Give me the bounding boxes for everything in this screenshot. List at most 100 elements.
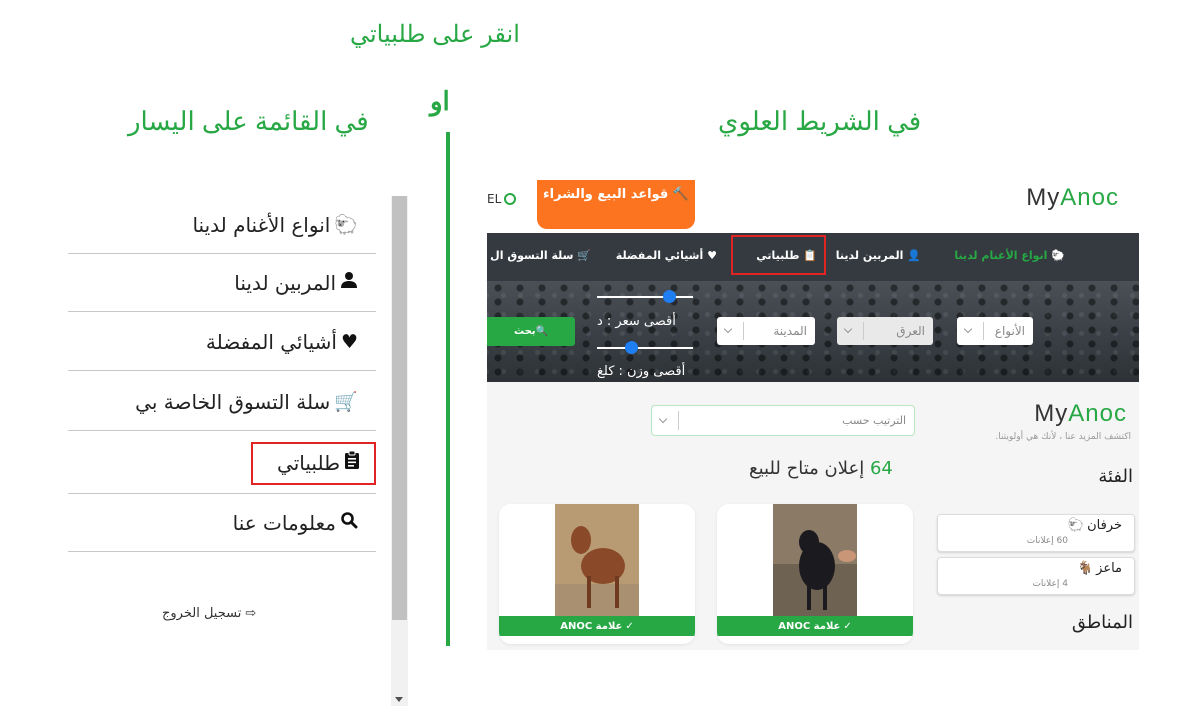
breed-select-label: العرق: [896, 324, 925, 338]
category-name: خرفان: [1087, 518, 1122, 533]
sheep-icon: 🐑: [1067, 518, 1085, 533]
category-goats[interactable]: ماعز 🐐 4 إعلانات: [937, 557, 1135, 595]
sidebar-item-about[interactable]: معلومات عنا: [68, 494, 376, 552]
orders-highlight-box: [731, 235, 826, 275]
breed-select[interactable]: العرق: [837, 317, 933, 345]
logout-link[interactable]: تسجيل الخروج ⇨: [162, 606, 256, 621]
tagline: اكتشف المزيد عنا ، لأنك هي أولويتنا.: [995, 432, 1131, 442]
sidebar-item-label: انواع الأغنام لدينا: [192, 212, 331, 237]
logo-text-anoc: Anoc: [1068, 400, 1127, 427]
user-label: EL: [487, 192, 502, 206]
user-menu[interactable]: EL: [487, 192, 517, 206]
weight-slider-knob[interactable]: [624, 341, 638, 354]
types-select[interactable]: الأنواع: [957, 317, 1033, 345]
sidebar-item-label: المربين لدينا: [234, 270, 336, 295]
max-weight-label: أقصى وزن : كلغ: [597, 364, 686, 379]
goat-photo: [555, 504, 639, 616]
sidebar-item-cart[interactable]: سلة التسوق الخاصة بي 🛒: [68, 373, 376, 431]
nav-label: أشيائي المفضلة: [615, 249, 704, 262]
chevron-down-icon: [963, 324, 973, 334]
regions-heading: المناطق: [1071, 612, 1133, 633]
logo-text-anoc: Anoc: [1060, 184, 1119, 211]
search-icon: [340, 511, 358, 534]
category-name: ماعز: [1096, 561, 1122, 576]
badge-label: علامة ANOC: [778, 620, 841, 632]
category-count: 60 إعلانات: [1026, 536, 1068, 546]
search-button-label: بحث: [514, 326, 536, 337]
nav-label: سلة التسوق ال: [490, 249, 574, 262]
search-icon: 🔍: [535, 326, 549, 337]
heart-icon: ♥: [707, 249, 717, 262]
scroll-down-arrow-icon[interactable]: [395, 697, 403, 702]
sidebar-item-sheep-types[interactable]: انواع الأغنام لدينا 🐑: [68, 196, 376, 254]
anoc-badge: ✓ علامة ANOC: [717, 616, 913, 636]
nav-breeders[interactable]: 👤 المربين لدينا: [836, 249, 921, 262]
nav-label: انواع الأغنام لدينا: [954, 249, 1048, 262]
sidebar-menu: انواع الأغنام لدينا 🐑 المربين لدينا أشيا…: [66, 196, 376, 696]
sidebar-item-breeders[interactable]: المربين لدينا: [68, 254, 376, 312]
anoc-badge: ✓ علامة ANOC: [499, 616, 695, 636]
cart-icon: 🛒: [334, 391, 358, 413]
instruction-title: انقر على طلبياتي: [350, 21, 520, 48]
top-bar-caption: في الشريط العلوي: [718, 106, 922, 136]
sort-placeholder: الترتيب حسب: [842, 414, 906, 427]
price-slider-knob[interactable]: [663, 290, 676, 303]
sale-rules-button[interactable]: 🔨 قواعد البيع والشراء: [537, 180, 695, 229]
cart-icon: 🛒: [577, 249, 591, 262]
clipboard-icon: [344, 450, 360, 475]
sidebar-item-label: طلبياتي: [277, 450, 340, 475]
sort-select[interactable]: الترتيب حسب: [651, 405, 915, 436]
city-select-label: المدينة: [773, 324, 807, 338]
sidebar-item-orders[interactable]: طلبياتي: [68, 434, 376, 494]
chevron-down-icon: [843, 324, 853, 334]
nav-cart[interactable]: 🛒 سلة التسوق ال: [490, 249, 591, 262]
badge-label: علامة ANOC: [560, 620, 623, 632]
sale-rules-label: قواعد البيع والشراء: [543, 187, 669, 202]
heart-icon: ♥: [340, 330, 358, 353]
listing-count: 64 إعلان متاح للبيع: [749, 458, 893, 479]
sidebar-item-label: سلة التسوق الخاصة بي: [135, 389, 331, 414]
nav-label: المربين لدينا: [835, 249, 904, 262]
sidebar-item-favorites[interactable]: أشيائي المفضلة ♥: [68, 313, 376, 371]
listing-card[interactable]: ✓ علامة ANOC: [717, 504, 913, 644]
category-sheep[interactable]: خرفان 🐑 60 إعلانات: [937, 514, 1135, 552]
user-icon: 👤: [907, 249, 921, 262]
chevron-down-icon: [658, 414, 668, 424]
max-price-label: أقصى سعر : د: [597, 314, 676, 329]
sidebar-item-label: أشيائي المفضلة: [205, 329, 337, 354]
search-button[interactable]: 🔍 بحث: [487, 317, 575, 346]
listing-count-number: 64: [869, 458, 893, 479]
category-heading: الفئة: [1098, 466, 1133, 487]
sidebar-logo: MyAnoc: [1034, 400, 1127, 428]
weight-slider[interactable]: [597, 341, 693, 354]
sidebar-item-label: معلومات عنا: [232, 510, 336, 535]
site-header: EL 🔨 قواعد البيع والشراء MyAnoc: [487, 180, 1139, 233]
nav-favorites[interactable]: ♥ أشيائي المفضلة: [616, 249, 717, 262]
divider-line: [446, 132, 450, 646]
types-select-label: الأنواع: [994, 324, 1025, 338]
city-select[interactable]: المدينة: [717, 317, 815, 345]
scrollbar-thumb[interactable]: [392, 196, 407, 620]
sheep-icon: 🐑: [1051, 249, 1065, 262]
gavel-icon: 🔨: [672, 187, 689, 202]
sidebar-scrollbar[interactable]: [391, 196, 408, 706]
top-navbar: 🐑 انواع الأغنام لدينا 👤 المربين لدينا 📋 …: [487, 233, 1139, 281]
or-label: او: [430, 86, 450, 116]
logo-text-my: My: [1026, 184, 1061, 211]
price-slider[interactable]: [597, 290, 693, 303]
left-menu-caption: في القائمة على اليسار: [128, 106, 369, 136]
logo-text-my: My: [1034, 400, 1069, 427]
category-count: 4 إعلانات: [1032, 579, 1068, 589]
goat-icon: 🐐: [1076, 561, 1094, 576]
sign-out-icon: ⇨: [245, 606, 257, 621]
user-icon: [340, 271, 358, 294]
nav-sheep-types[interactable]: 🐑 انواع الأغنام لدينا: [954, 249, 1065, 262]
sheep-icon: 🐑: [334, 214, 358, 236]
check-circle-icon: ✓: [625, 620, 634, 632]
logout-label: تسجيل الخروج: [162, 606, 242, 621]
orders-highlight-box: طلبياتي: [251, 442, 376, 485]
listing-card[interactable]: ✓ علامة ANOC: [499, 504, 695, 644]
site-logo[interactable]: MyAnoc: [1026, 184, 1119, 212]
listing-count-text: إعلان متاح للبيع: [749, 458, 865, 479]
user-circle-icon: [504, 193, 517, 205]
